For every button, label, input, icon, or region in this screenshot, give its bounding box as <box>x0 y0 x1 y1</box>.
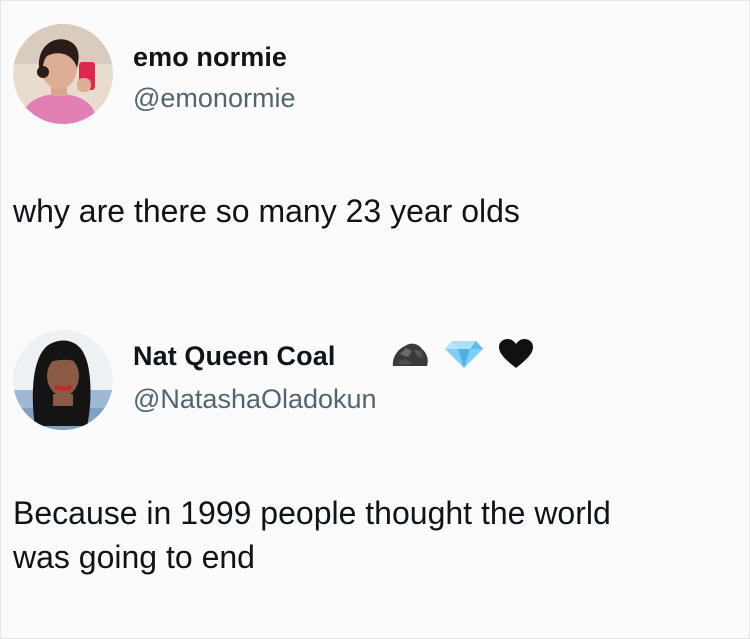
display-name[interactable]: Nat Queen Coal <box>133 341 335 372</box>
name-badges <box>390 336 534 376</box>
user-handle[interactable]: @emonormie <box>133 83 295 114</box>
diamond-icon <box>444 339 484 374</box>
avatar-image <box>13 24 113 124</box>
tweet-text-line: was going to end <box>13 539 255 575</box>
user-handle[interactable]: @NatashaOladokun <box>133 384 377 415</box>
avatar-image <box>13 330 113 430</box>
avatar[interactable] <box>13 24 113 124</box>
display-name[interactable]: emo normie <box>133 42 287 73</box>
tweet-text: Because in 1999 people thought the world… <box>13 491 611 579</box>
avatar[interactable] <box>13 330 113 430</box>
tweet-text: why are there so many 23 year olds <box>13 193 520 229</box>
black-heart-icon <box>498 338 534 374</box>
coal-icon <box>390 339 430 374</box>
tweet-text-line: Because in 1999 people thought the world <box>13 495 611 531</box>
